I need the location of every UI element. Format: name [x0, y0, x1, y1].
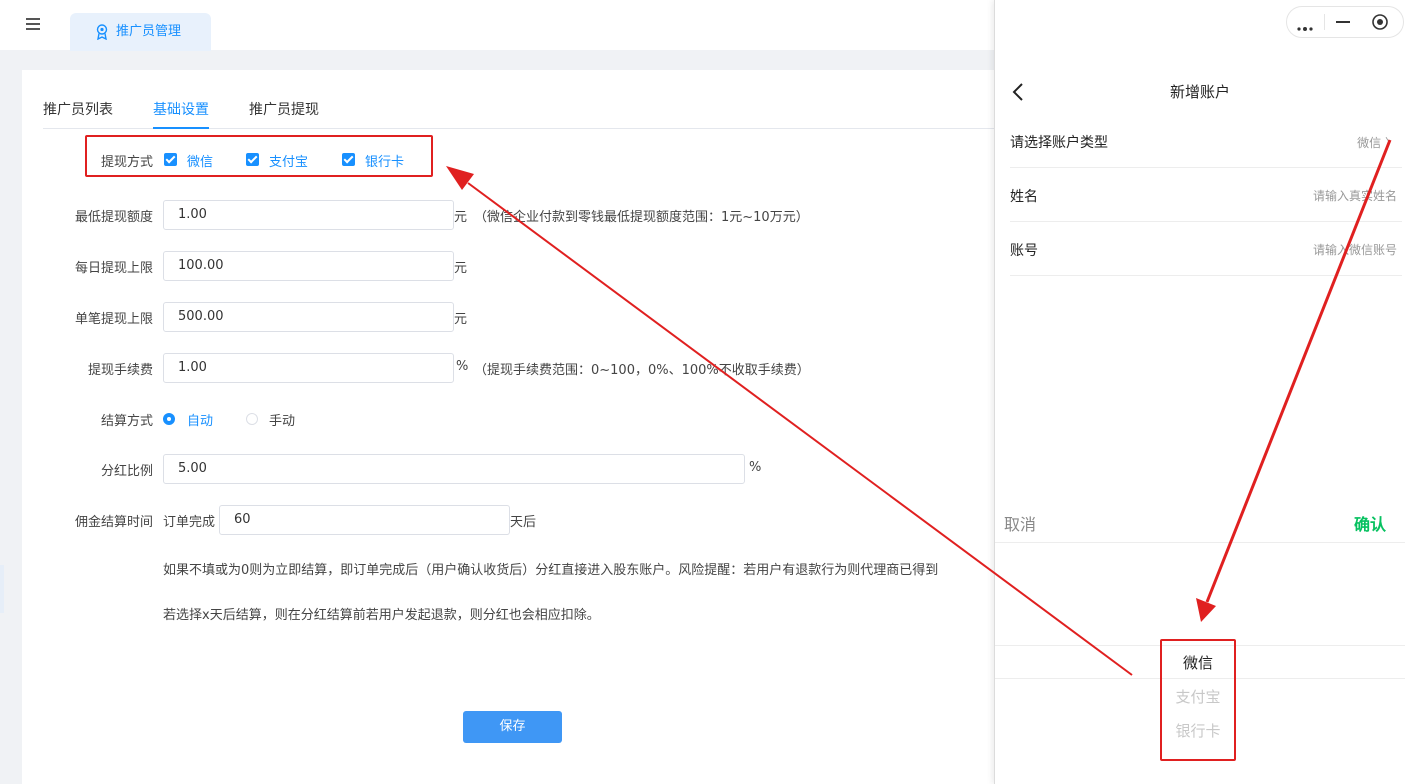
annotation-arrow-line [1205, 139, 1392, 603]
annotation-arrowhead [446, 166, 474, 190]
annotation-arrows [446, 139, 1392, 676]
annotation-arrow-line [467, 182, 1133, 676]
